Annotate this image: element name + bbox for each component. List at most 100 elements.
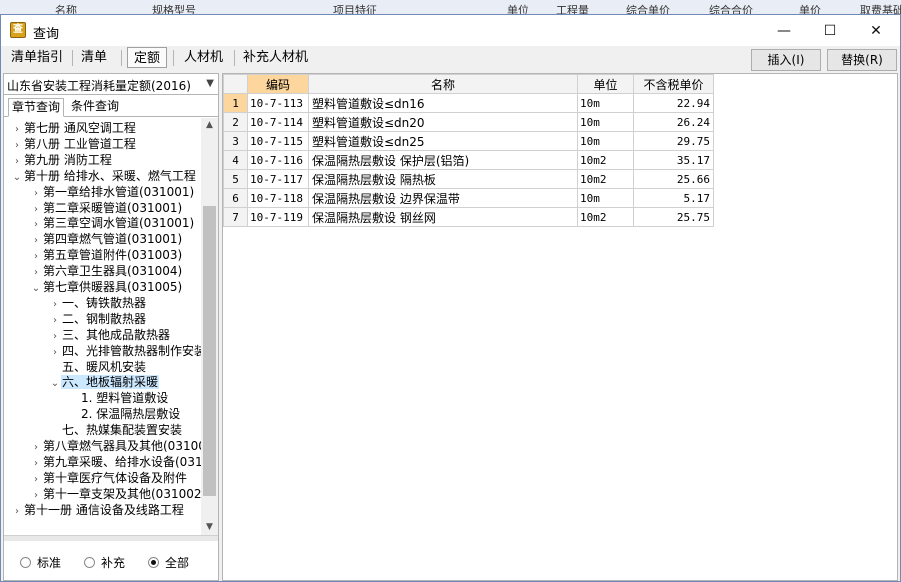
tree-item[interactable]: 七、热媒集配装置安装 xyxy=(49,422,183,438)
tree-item[interactable]: ⌄ 第十册 给排水、采暖、燃气工程 xyxy=(11,168,197,184)
table-row[interactable]: 2 10-7-114 塑料管道敷设≤dn20 10m 26.24 xyxy=(223,112,714,132)
row-number-cell[interactable]: 2 xyxy=(223,112,248,132)
tree-item[interactable]: › 第四章燃气管道(031001) xyxy=(30,231,183,247)
tree-item[interactable]: › 第六章卫生器具(031004) xyxy=(30,263,183,279)
name-cell[interactable]: 保温隔热层敷设 钢丝网 xyxy=(308,207,578,227)
table-row[interactable]: 7 10-7-119 保温隔热层敷设 钢丝网 10m2 25.75 xyxy=(223,207,714,227)
unit-cell[interactable]: 10m xyxy=(577,188,634,208)
tree-item[interactable]: ›第九章采暖、给排水设备(031006) xyxy=(30,454,201,470)
scroll-down-icon[interactable]: ▼ xyxy=(201,520,218,535)
tree-horizontal-scrollbar[interactable] xyxy=(4,535,218,541)
tree-item[interactable]: › 第二章采暖管道(031001) xyxy=(30,200,183,216)
row-number-cell[interactable]: 6 xyxy=(223,188,248,208)
tree-item[interactable]: › 第八册 工业管道工程 xyxy=(11,136,137,152)
unit-cell[interactable]: 10m xyxy=(577,131,634,151)
code-cell[interactable]: 10-7-115 xyxy=(247,131,309,151)
expanded-arrow-icon[interactable]: ⌄ xyxy=(49,376,61,392)
name-cell[interactable]: 保温隔热层敷设 隔热板 xyxy=(308,169,578,189)
code-cell[interactable]: 10-7-114 xyxy=(247,112,309,132)
tree-item[interactable]: › 四、光排管散热器制作安装 xyxy=(49,343,201,359)
maximize-button[interactable]: ☐ xyxy=(807,15,853,46)
column-header-unit[interactable]: 单位 xyxy=(577,74,634,94)
row-number-cell[interactable]: 5 xyxy=(223,169,248,189)
row-number-cell[interactable]: 1 xyxy=(223,93,248,113)
column-header-price[interactable]: 不含税单价 xyxy=(633,74,714,94)
code-cell[interactable]: 10-7-116 xyxy=(247,150,309,170)
collapsed-arrow-icon[interactable]: › xyxy=(11,504,23,520)
tab-supplement-labor-material[interactable]: 补充人材机 xyxy=(237,47,314,68)
tree-item[interactable]: 1. 塑料管道敷设 xyxy=(68,390,169,406)
expanded-arrow-icon[interactable]: ⌄ xyxy=(30,281,42,297)
table-row[interactable]: 1 10-7-113 塑料管道敷设≤dn16 10m 22.94 xyxy=(223,93,714,113)
table-row[interactable]: 5 10-7-117 保温隔热层敷设 隔热板 10m2 25.66 xyxy=(223,169,714,189)
row-number-cell[interactable]: 3 xyxy=(223,131,248,151)
close-button[interactable]: ✕ xyxy=(853,15,899,46)
scrollbar-thumb[interactable] xyxy=(203,206,216,496)
unit-cell[interactable]: 10m xyxy=(577,93,634,113)
name-cell[interactable]: 塑料管道敷设≤dn20 xyxy=(308,112,578,132)
row-number-cell[interactable]: 4 xyxy=(223,150,248,170)
unit-cell[interactable]: 10m2 xyxy=(577,207,634,227)
tab-bill-guide[interactable]: 清单指引 xyxy=(5,47,69,68)
name-cell[interactable]: 塑料管道敷设≤dn25 xyxy=(308,131,578,151)
tree-item[interactable]: › 第九册 消防工程 xyxy=(11,152,113,168)
column-header-name[interactable]: 名称 xyxy=(308,74,578,94)
tree-item[interactable]: › 第三章空调水管道(031001) xyxy=(30,215,195,231)
tab-separator xyxy=(173,50,174,66)
name-cell[interactable]: 塑料管道敷设≤dn16 xyxy=(308,93,578,113)
tree-item[interactable]: › 二、钢制散热器 xyxy=(49,311,147,327)
name-cell[interactable]: 保温隔热层敷设 边界保温带 xyxy=(308,188,578,208)
library-select[interactable]: 山东省安装工程消耗量定额(2016) ▼ xyxy=(4,74,218,95)
name-cell[interactable]: 保温隔热层敷设 保护层(铝箔) xyxy=(308,150,578,170)
insert-button[interactable]: 插入(I) xyxy=(751,49,821,71)
unit-cell[interactable]: 10m2 xyxy=(577,169,634,189)
tree-item-label: 二、钢制散热器 xyxy=(62,311,147,326)
row-number-cell[interactable]: 7 xyxy=(223,207,248,227)
price-cell[interactable]: 22.94 xyxy=(633,93,714,113)
price-cell[interactable]: 35.17 xyxy=(633,150,714,170)
code-cell[interactable]: 10-7-117 xyxy=(247,169,309,189)
code-cell[interactable]: 10-7-113 xyxy=(247,93,309,113)
tree-item-label: 第十章医疗气体设备及附件 xyxy=(43,470,188,485)
tree-item[interactable]: › 三、其他成品散热器 xyxy=(49,327,171,343)
tree-vertical-scrollbar[interactable]: ▲ ▼ xyxy=(201,118,218,535)
tab-chapter-search[interactable]: 章节查询 xyxy=(8,98,65,117)
price-cell[interactable]: 5.17 xyxy=(633,188,714,208)
tree-item[interactable]: ⌄ 六、地板辐射采暖 xyxy=(49,374,160,392)
minimize-button[interactable]: — xyxy=(761,15,807,46)
table-row[interactable]: 6 10-7-118 保温隔热层敷设 边界保温带 10m 5.17 xyxy=(223,188,714,208)
tree-item[interactable]: › 第十章医疗气体设备及附件 xyxy=(30,470,188,486)
tree-item[interactable]: ⌄ 第七章供暖器具(031005) xyxy=(30,279,183,295)
code-cell[interactable]: 10-7-118 xyxy=(247,188,309,208)
radio-standard[interactable]: 标准 xyxy=(20,555,61,571)
tree-item[interactable]: 2. 保温隔热层敷设 xyxy=(68,406,181,422)
tree-item[interactable]: › 第一章给排水管道(031001) xyxy=(30,184,195,200)
price-cell[interactable]: 25.66 xyxy=(633,169,714,189)
column-header-code[interactable]: 编码 xyxy=(247,74,309,94)
replace-button[interactable]: 替换(R) xyxy=(827,49,897,71)
tab-condition-search[interactable]: 条件查询 xyxy=(68,98,122,117)
tree-item[interactable]: › 一、铸铁散热器 xyxy=(49,295,147,311)
tab-labor-material-machine[interactable]: 人材机 xyxy=(178,47,229,68)
tree-item[interactable]: › 第八章燃气器具及其他(031006) xyxy=(30,438,201,454)
price-cell[interactable]: 29.75 xyxy=(633,131,714,151)
unit-cell[interactable]: 10m xyxy=(577,112,634,132)
expanded-arrow-icon[interactable]: ⌄ xyxy=(11,170,23,186)
price-cell[interactable]: 25.75 xyxy=(633,207,714,227)
radio-supplement[interactable]: 补充 xyxy=(84,555,125,571)
tab-bill[interactable]: 清单 xyxy=(75,47,113,68)
table-row[interactable]: 3 10-7-115 塑料管道敷设≤dn25 10m 29.75 xyxy=(223,131,714,151)
scroll-up-icon[interactable]: ▲ xyxy=(201,118,218,133)
tab-quota[interactable]: 定额 xyxy=(127,47,168,68)
tree-item[interactable]: › 第七册 通风空调工程 xyxy=(11,120,137,136)
tree-item[interactable]: › 第十一册 通信设备及线路工程 xyxy=(11,502,185,518)
tree-item[interactable]: › 第十一章支架及其他(031002) xyxy=(30,486,201,502)
table-row[interactable]: 4 10-7-116 保温隔热层敷设 保护层(铝箔) 10m2 35.17 xyxy=(223,150,714,170)
code-cell[interactable]: 10-7-119 xyxy=(247,207,309,227)
tree-item[interactable]: › 第五章管道附件(031003) xyxy=(30,247,183,263)
title-bar[interactable]: 查 查询 — ☐ ✕ xyxy=(1,15,900,46)
price-cell[interactable]: 26.24 xyxy=(633,112,714,132)
tree-item[interactable]: 五、暖风机安装 xyxy=(49,359,147,375)
unit-cell[interactable]: 10m2 xyxy=(577,150,634,170)
radio-all[interactable]: 全部 xyxy=(148,555,189,571)
